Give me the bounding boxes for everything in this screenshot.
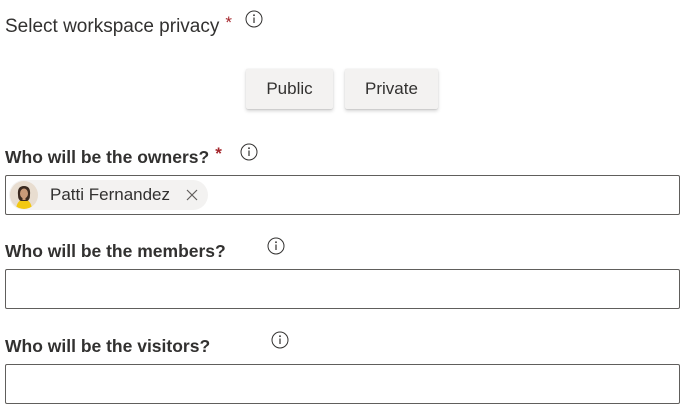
privacy-label: Select workspace privacy * bbox=[5, 13, 232, 38]
required-marker: * bbox=[215, 144, 222, 163]
persona-chip[interactable]: Patti Fernandez bbox=[9, 180, 209, 210]
private-button[interactable]: Private bbox=[345, 69, 438, 109]
info-icon[interactable] bbox=[240, 143, 258, 161]
privacy-label-text: Select workspace privacy bbox=[5, 16, 220, 37]
info-icon[interactable] bbox=[245, 10, 263, 28]
person-avatar bbox=[10, 181, 38, 209]
required-marker: * bbox=[225, 13, 232, 32]
persona-name: Patti Fernandez bbox=[50, 185, 171, 204]
owners-label-text: Who will be the owners? bbox=[5, 147, 210, 167]
visitors-label-text: Who will be the visitors? bbox=[5, 336, 211, 356]
visitors-label: Who will be the visitors? bbox=[5, 336, 210, 357]
members-label-text: Who will be the members? bbox=[5, 241, 226, 261]
owners-people-picker[interactable]: Patti Fernandez bbox=[5, 175, 680, 215]
visitors-people-picker[interactable] bbox=[5, 364, 680, 404]
info-icon[interactable] bbox=[267, 237, 285, 255]
info-icon[interactable] bbox=[271, 331, 289, 349]
members-people-picker[interactable] bbox=[5, 269, 680, 309]
public-button[interactable]: Public bbox=[246, 69, 333, 109]
owners-label: Who will be the owners? * bbox=[5, 144, 222, 168]
members-label: Who will be the members? bbox=[5, 241, 226, 262]
close-icon[interactable] bbox=[184, 187, 200, 203]
